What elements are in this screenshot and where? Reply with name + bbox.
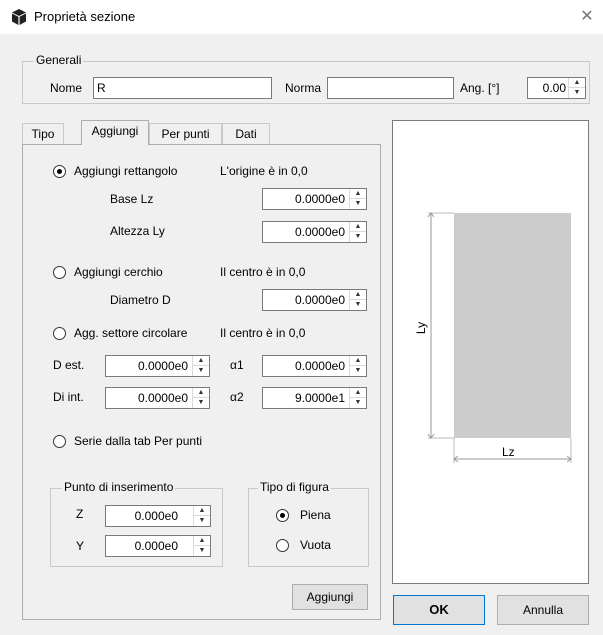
altezza-ly-spinner[interactable]: 0.0000e0 ▲ ▼: [262, 221, 367, 243]
alpha1-spinner[interactable]: 0.0000e0 ▲ ▼: [262, 355, 367, 377]
vuota-label[interactable]: Vuota: [300, 538, 331, 552]
dest-label: D est.: [53, 358, 85, 372]
section-rectangle: [454, 213, 571, 438]
punto-inserimento-legend: Punto di inserimento: [62, 480, 176, 494]
alpha2-label: α2: [230, 390, 244, 404]
piena-label[interactable]: Piena: [300, 508, 331, 522]
nome-input[interactable]: R: [93, 77, 272, 99]
cerchio-label[interactable]: Aggiungi cerchio: [74, 265, 163, 279]
generali-legend: Generali: [34, 53, 84, 67]
z-label: Z: [76, 507, 84, 521]
dest-value: 0.0000e0: [137, 359, 188, 373]
serie-radio[interactable]: [53, 435, 66, 448]
tab-tipo[interactable]: Tipo: [22, 123, 64, 145]
ang-label: Ang. [°]: [460, 81, 500, 95]
diametro-label: Diametro D: [110, 293, 171, 307]
settore-note: Il centro è in 0,0: [220, 326, 306, 340]
rettangolo-note: L'origine è in 0,0: [220, 164, 308, 178]
y-value: 0.000e0: [134, 539, 178, 553]
diametro-spin-arrows[interactable]: ▲ ▼: [349, 290, 366, 310]
altezza-ly-label: Altezza Ly: [110, 224, 165, 238]
window-title: Proprietà sezione: [34, 9, 136, 24]
base-lz-label: Base Lz: [110, 192, 154, 206]
piena-radio[interactable]: [276, 509, 289, 522]
settore-label[interactable]: Agg. settore circolare: [74, 326, 187, 340]
diametro-value: 0.0000e0: [294, 293, 345, 307]
rettangolo-label[interactable]: Aggiungi rettangolo: [74, 164, 177, 178]
ang-spinner[interactable]: 0.00 ▲ ▼: [527, 77, 586, 99]
alpha2-spinner[interactable]: 9.0000e1 ▲ ▼: [262, 387, 367, 409]
ang-spin-arrows[interactable]: ▲ ▼: [568, 78, 585, 98]
altezza-ly-spin-arrows[interactable]: ▲ ▼: [349, 222, 366, 242]
z-spin-arrows[interactable]: ▲ ▼: [193, 506, 210, 526]
y-label: Y: [76, 539, 85, 553]
lz-dimension-label: Lz: [502, 445, 515, 459]
vuota-radio[interactable]: [276, 539, 289, 552]
dest-spin-arrows[interactable]: ▲ ▼: [192, 356, 209, 376]
dint-value: 0.0000e0: [137, 391, 188, 405]
altezza-ly-value: 0.0000e0: [294, 225, 345, 239]
section-drawing: [427, 212, 572, 463]
cerchio-note: Il centro è in 0,0: [220, 265, 306, 279]
norma-input[interactable]: [327, 77, 454, 99]
alpha2-spin-arrows[interactable]: ▲ ▼: [349, 388, 366, 408]
title-bar: Proprietà sezione ✕: [0, 0, 603, 34]
serie-label[interactable]: Serie dalla tab Per punti: [74, 434, 202, 448]
dint-spin-arrows[interactable]: ▲ ▼: [192, 388, 209, 408]
cube-icon: [10, 8, 28, 26]
ok-button[interactable]: OK: [393, 595, 485, 625]
nome-label: Nome: [50, 81, 83, 95]
settore-radio[interactable]: [53, 327, 66, 340]
cancel-button[interactable]: Annulla: [497, 595, 589, 625]
dest-spinner[interactable]: 0.0000e0 ▲ ▼: [105, 355, 210, 377]
ang-value: 0.00: [542, 81, 566, 95]
tipo-figura-group: [248, 488, 369, 567]
alpha1-spin-arrows[interactable]: ▲ ▼: [349, 356, 366, 376]
alpha2-value: 9.0000e1: [294, 391, 345, 405]
z-spinner[interactable]: 0.000e0 ▲ ▼: [105, 505, 211, 527]
dint-spinner[interactable]: 0.0000e0 ▲ ▼: [105, 387, 210, 409]
tab-aggiungi[interactable]: Aggiungi: [81, 120, 149, 145]
z-value: 0.000e0: [134, 509, 178, 523]
section-preview: Ly Lz: [392, 120, 589, 584]
cerchio-radio[interactable]: [53, 266, 66, 279]
tab-dati[interactable]: Dati: [222, 123, 270, 145]
alpha1-value: 0.0000e0: [294, 359, 345, 373]
diametro-spinner[interactable]: 0.0000e0 ▲ ▼: [262, 289, 367, 311]
base-lz-value: 0.0000e0: [294, 192, 345, 206]
rettangolo-radio[interactable]: [53, 165, 66, 178]
alpha1-label: α1: [230, 358, 244, 372]
base-lz-spinner[interactable]: 0.0000e0 ▲ ▼: [262, 188, 367, 210]
aggiungi-button[interactable]: Aggiungi: [292, 584, 368, 610]
ly-dimension-label: Ly: [414, 321, 429, 335]
norma-label: Norma: [285, 81, 322, 95]
dint-label: Di int.: [53, 390, 84, 404]
close-icon[interactable]: ✕: [578, 8, 596, 26]
y-spin-arrows[interactable]: ▲ ▼: [193, 536, 210, 556]
y-spinner[interactable]: 0.000e0 ▲ ▼: [105, 535, 211, 557]
tipo-figura-legend: Tipo di figura: [258, 480, 331, 494]
base-lz-spin-arrows[interactable]: ▲ ▼: [349, 189, 366, 209]
tab-per-punti[interactable]: Per punti: [149, 123, 222, 145]
